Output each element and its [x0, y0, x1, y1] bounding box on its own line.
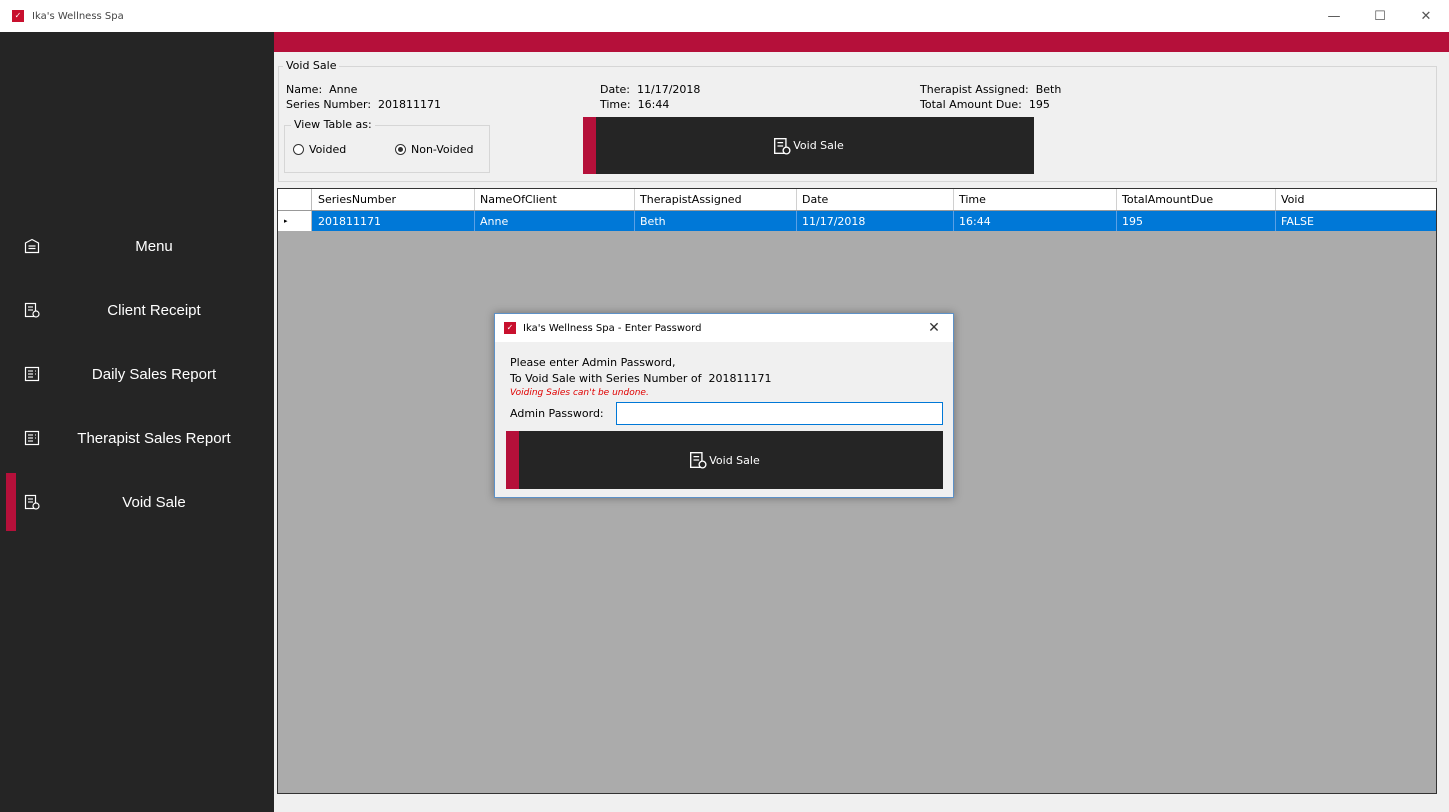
void-sale-group-title: Void Sale [283, 59, 340, 72]
app-logo-icon: ✓ [12, 10, 24, 22]
dialog-prompt-line1: Please enter Admin Password, [510, 356, 676, 369]
sidebar: Menu Client Receipt Daily Sales Report T… [0, 32, 274, 812]
cell-series-number[interactable]: 201811171 [313, 211, 475, 231]
table-header: SeriesNumber NameOfClient TherapistAssig… [278, 189, 1436, 211]
maximize-button[interactable]: ☐ [1357, 0, 1403, 32]
client-name-text: Name: Anne [286, 83, 358, 96]
button-accent [583, 117, 596, 174]
cell-void[interactable]: FALSE [1276, 211, 1436, 231]
window-title: Ika's Wellness Spa [32, 10, 124, 22]
radio-non-voided[interactable]: Non-Voided [395, 143, 473, 156]
view-table-label: View Table as: [291, 118, 375, 131]
column-header-time[interactable]: Time [954, 189, 1117, 210]
radio-non-voided-label: Non-Voided [411, 143, 474, 156]
dialog-prompt-line2: To Void Sale with Series Number of 20181… [510, 372, 772, 385]
sidebar-item-label: Therapist Sales Report [77, 429, 231, 447]
void-sale-button-label: Void Sale [793, 139, 844, 152]
active-indicator [6, 473, 16, 531]
menu-icon [24, 238, 40, 254]
sidebar-item-label: Client Receipt [107, 301, 201, 319]
dialog-void-sale-button[interactable]: Void Sale [506, 431, 943, 489]
total-amount-text: Total Amount Due: 195 [920, 98, 1050, 111]
cell-time[interactable]: 16:44 [954, 211, 1117, 231]
enter-password-dialog: ✓ Ika's Wellness Spa - Enter Password ✕ … [494, 313, 954, 498]
cell-total-amount-due[interactable]: 195 [1117, 211, 1276, 231]
column-header-series-number[interactable]: SeriesNumber [313, 189, 475, 210]
column-header-total-amount-due[interactable]: TotalAmountDue [1117, 189, 1276, 210]
column-header-void[interactable]: Void [1276, 189, 1436, 210]
therapist-text: Therapist Assigned: Beth [920, 83, 1062, 96]
title-bar: ✓ Ika's Wellness Spa — ☐ ✕ [0, 0, 1449, 32]
minimize-button[interactable]: — [1311, 0, 1357, 32]
header-accent-bar [274, 32, 1449, 52]
button-accent [506, 431, 519, 489]
series-number-text: Series Number: 201811171 [286, 98, 442, 111]
admin-password-label: Admin Password: [510, 407, 604, 420]
void-sale-icon [690, 452, 707, 469]
dialog-warning-text: Voiding Sales can't be undone. [510, 388, 649, 398]
dialog-close-button[interactable]: ✕ [919, 314, 949, 342]
row-header-corner [278, 189, 312, 210]
close-button[interactable]: ✕ [1403, 0, 1449, 32]
admin-password-input[interactable] [616, 402, 943, 425]
radio-voided-label: Voided [309, 143, 347, 156]
cell-date[interactable]: 11/17/2018 [797, 211, 954, 231]
cell-therapist-assigned[interactable]: Beth [635, 211, 797, 231]
time-text: Time: 16:44 [600, 98, 670, 111]
dialog-title: Ika's Wellness Spa - Enter Password [523, 322, 702, 334]
row-indicator[interactable]: ▸ [278, 211, 312, 231]
radio-non-voided-circle [395, 144, 406, 155]
sidebar-item-void-sale[interactable]: Void Sale [0, 473, 274, 531]
sidebar-item-menu[interactable]: Menu [0, 217, 274, 275]
column-header-name-of-client[interactable]: NameOfClient [475, 189, 635, 210]
void-sale-icon [774, 137, 791, 155]
table-row[interactable]: ▸ 201811171 Anne Beth 11/17/2018 16:44 1… [278, 211, 1436, 231]
sidebar-item-daily-sales-report[interactable]: Daily Sales Report [0, 345, 274, 403]
column-header-date[interactable]: Date [797, 189, 954, 210]
void-sale-icon [24, 494, 40, 510]
dialog-title-bar: ✓ Ika's Wellness Spa - Enter Password ✕ [495, 314, 953, 342]
sidebar-item-client-receipt[interactable]: Client Receipt [0, 281, 274, 339]
radio-voided[interactable]: Voided [293, 143, 346, 156]
column-header-therapist-assigned[interactable]: TherapistAssigned [635, 189, 797, 210]
void-sale-button[interactable]: Void Sale [583, 117, 1034, 174]
sidebar-item-label: Menu [135, 237, 173, 255]
app-logo-icon: ✓ [504, 322, 516, 334]
date-text: Date: 11/17/2018 [600, 83, 701, 96]
receipt-icon [24, 302, 40, 318]
sidebar-item-therapist-sales-report[interactable]: Therapist Sales Report [0, 409, 274, 467]
report-icon [24, 430, 40, 446]
radio-voided-circle [293, 144, 304, 155]
report-icon [24, 366, 40, 382]
sidebar-item-label: Daily Sales Report [91, 365, 217, 383]
sidebar-item-label: Void Sale [122, 493, 186, 511]
dialog-void-sale-button-label: Void Sale [709, 453, 760, 467]
cell-name-of-client[interactable]: Anne [475, 211, 635, 231]
